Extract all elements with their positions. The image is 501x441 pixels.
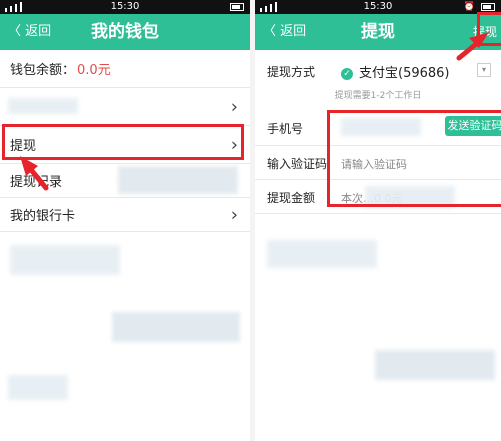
amount-row: 提现金额 本次…0.0元 [255,180,501,214]
blurred-content [375,350,495,380]
menu-item-label: 提现记录 [10,175,63,190]
phone-label: 手机号 [267,122,304,136]
processing-note: 提现需要1-2个工作日 [334,91,422,101]
blurred-phone [341,118,421,136]
status-time: 15:30 [110,1,140,12]
back-button[interactable]: 〈 返回 [263,14,306,50]
menu-item-label: 提现 [10,139,37,154]
chevron-right-icon: › [230,134,238,155]
method-label: 提现方式 [267,65,316,79]
status-time: 15:30 [363,1,393,12]
phone-row: 手机号 发送验证码 [255,110,501,146]
menu-item-withdraw[interactable]: 提现 › [0,126,250,164]
blurred-content [267,240,377,268]
blurred-content [10,245,120,275]
balance-row: 钱包余额： 0.0元 [0,50,250,88]
blurred-row[interactable]: › [0,88,250,126]
menu-item-withdraw-history[interactable]: 提现记录 [0,164,250,198]
withdraw-submit-button[interactable]: 提现 [473,18,497,46]
status-bar: 15:30 [0,0,250,14]
battery-icon [230,3,244,11]
alarm-icon: ⏰ [463,2,475,12]
blurred-content [365,186,455,208]
nav-bar: 〈 返回 提现 提现 [255,14,501,50]
page-title: 我的钱包 [91,22,159,42]
wallet-screen: 15:30 〈 返回 我的钱包 钱包余额： 0.0元 › 提现 › 提现记录 我… [0,0,250,441]
amount-label: 提现金额 [267,191,316,205]
code-input[interactable]: 请输入验证码 [341,156,407,172]
signal-icon [5,2,22,12]
method-row[interactable]: 提现方式 ✓ 支付宝(59686) ▾ [255,52,501,88]
dropdown-icon[interactable]: ▾ [477,63,491,77]
menu-item-bank-card[interactable]: 我的银行卡 › [0,198,250,232]
blurred-content [8,98,78,114]
balance-value: 0.0元 [77,63,111,78]
blurred-content [112,312,240,342]
code-label: 输入验证码 [267,157,328,171]
blurred-content [118,166,238,194]
chevron-right-icon: › [230,96,238,117]
status-bar: 15:30 ⏰ [255,0,501,14]
balance-label: 钱包余额： [10,63,76,78]
nav-bar: 〈 返回 我的钱包 [0,14,250,50]
withdraw-screen: 15:30 ⏰ 〈 返回 提现 提现 提现方式 ✓ 支付宝(59686) ▾ 提现… [255,0,501,441]
code-row: 输入验证码 请输入验证码 [255,146,501,180]
blurred-content [8,375,68,400]
chevron-right-icon: › [230,204,238,225]
method-value: 支付宝(59686) [359,66,450,81]
menu-item-label: 我的银行卡 [10,209,76,224]
check-circle-icon: ✓ [341,67,353,80]
page-title: 提现 [361,22,395,42]
battery-icon [481,3,495,11]
back-button[interactable]: 〈 返回 [8,14,51,50]
send-code-button[interactable]: 发送验证码 [445,116,501,136]
signal-icon [260,2,277,12]
method-value-wrap: ✓ 支付宝(59686) [341,62,450,81]
